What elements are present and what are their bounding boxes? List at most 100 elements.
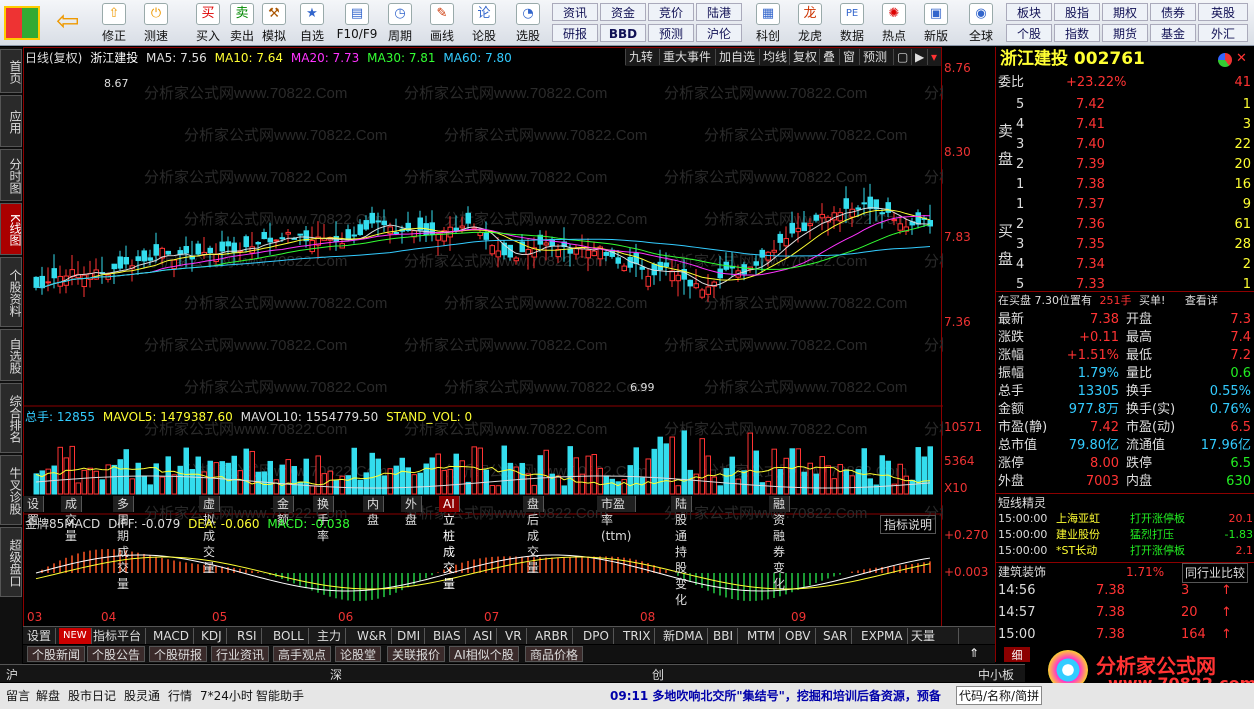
nine-turn-button[interactable]: 九转 (625, 49, 656, 65)
tab-volume[interactable]: 成交量 (61, 496, 83, 543)
bbd-button[interactable]: BBD (600, 24, 646, 42)
tab-bbi[interactable]: BBI (709, 628, 739, 644)
refresh-icon[interactable]: ✕ (1236, 49, 1247, 69)
data-button[interactable]: PE 数据 (834, 2, 870, 44)
tab-new-dma[interactable]: 新DMA (659, 628, 708, 644)
adjust-button[interactable]: 复权 (789, 49, 820, 65)
sell-button[interactable]: 卖卖出 (226, 2, 258, 44)
tab-expert-views[interactable]: 高手观点 (273, 646, 332, 662)
tab-sar[interactable]: SAR (819, 628, 853, 644)
tab-ranking[interactable]: 综合排名 (0, 383, 22, 453)
star-market-button[interactable]: ▦ 科创 (748, 2, 788, 44)
options-button[interactable]: 期权 (1102, 3, 1148, 21)
tab-intraday[interactable]: 分时图 (0, 149, 22, 201)
sell-level-row[interactable]: 5 7.42 1 (996, 95, 1254, 115)
sell-level-row[interactable]: 4 7.41 3 (996, 115, 1254, 135)
hk-connect-button[interactable]: 陆港 (696, 3, 742, 21)
tab-trix[interactable]: TRIX (619, 628, 656, 644)
tab-vol-settings[interactable]: 设置 (23, 496, 45, 527)
bonds-button[interactable]: 债券 (1150, 3, 1196, 21)
ma-button[interactable]: 均线 (759, 49, 790, 65)
sell-level-row[interactable]: 3 7.40 22 (996, 135, 1254, 155)
tab-diagnosis[interactable]: 牛叉诊股 (0, 455, 22, 525)
indicator-help-button[interactable]: 指标说明 (880, 515, 937, 534)
market-chinext[interactable]: 创 (652, 666, 664, 683)
stocks-button[interactable]: 个股 (1006, 24, 1052, 42)
tab-kdj[interactable]: KDJ (197, 628, 227, 644)
simulate-button[interactable]: ⚒ 模拟 (258, 2, 290, 44)
tab-expma[interactable]: EXPMA (857, 628, 908, 644)
market-sh[interactable]: 沪 (6, 666, 18, 683)
window-button[interactable]: 窗 (839, 49, 858, 65)
status-message[interactable]: 留言 (6, 687, 30, 704)
tab-kline[interactable]: K线图 (0, 203, 22, 255)
indices-button[interactable]: 指数 (1054, 24, 1100, 42)
tab-huge-volume[interactable]: 天量和... (907, 628, 959, 644)
tab-ind-settings[interactable]: 设置 (23, 628, 57, 644)
period-label[interactable]: 日线(复权) (25, 51, 82, 65)
tab-commodity-prices[interactable]: 商品价格 (525, 646, 584, 662)
news-ticker[interactable]: 09:11 多地吹响北交所"集结号"，挖掘和培训后备资源，预备 (610, 687, 954, 704)
tab-home[interactable]: 首页 (0, 49, 22, 93)
forex-button[interactable]: 外汇 (1198, 24, 1248, 42)
tab-related-quotes[interactable]: 关联报价 (387, 646, 446, 662)
tab-industry-news[interactable]: 行业资讯 (211, 646, 270, 662)
tab-bias[interactable]: BIAS (429, 628, 466, 644)
tab-pe-ttm[interactable]: 市盈率(ttm) (597, 496, 637, 543)
pie-icon[interactable] (1218, 53, 1232, 67)
buy-button[interactable]: 买买入 (192, 2, 224, 44)
tab-outer[interactable]: 外盘 (401, 496, 423, 527)
tab-amount[interactable]: 金额 (273, 496, 295, 527)
kline-chart-panel[interactable]: 分析家公式网www.70822.Com 分析家公式网www.70822.Com 分析… (23, 47, 943, 627)
period-button[interactable]: ◷ 周期 (382, 2, 418, 44)
research-button[interactable]: 研报 (552, 24, 598, 42)
funds-button[interactable]: 资金 (600, 3, 646, 21)
tab-stock-announcements[interactable]: 个股公告 (87, 646, 146, 662)
tab-apps[interactable]: 应用 (0, 95, 22, 147)
auction-button[interactable]: 竞价 (648, 3, 694, 21)
elf-row[interactable]: 15:00:00 *ST长动 打开涨停板 2.1 (996, 543, 1254, 559)
uk-stocks-button[interactable]: 英股 (1198, 3, 1248, 21)
global-button[interactable]: ◉ 全球 (960, 2, 1002, 44)
tab-virtual-volume[interactable]: 虚拟成交量 (199, 496, 221, 575)
status-analysis[interactable]: 解盘 (36, 687, 60, 704)
tab-macd[interactable]: MACD (149, 628, 194, 644)
back-arrow-icon[interactable]: ⇦ (56, 6, 86, 38)
forecast-button[interactable]: 预测 (648, 24, 694, 42)
tab-rsi[interactable]: RSI (233, 628, 262, 644)
elf-row[interactable]: 15:00:00 建业股份 猛烈打压 -1.83 (996, 527, 1254, 543)
buy-level-row[interactable]: 3 7.35 28 (996, 235, 1254, 255)
tab-ai-volume[interactable]: AI立桩成交量 (439, 496, 460, 591)
overlay-button[interactable]: 叠 (819, 49, 838, 65)
buy-level-row[interactable]: 2 7.36 61 (996, 215, 1254, 235)
news-button[interactable]: 资讯 (552, 3, 598, 21)
tab-wr[interactable]: W&R (353, 628, 392, 644)
fix-button[interactable]: ⇧ 修正 (96, 2, 132, 44)
tab-mtm[interactable]: MTM (743, 628, 781, 644)
tab-ai-similar[interactable]: AI相似个股 (449, 646, 519, 662)
major-events-button[interactable]: 重大事件 (659, 49, 714, 65)
sell-level-row[interactable]: 2 7.39 20 (996, 155, 1254, 175)
detail-tab[interactable]: 细 (1004, 647, 1030, 662)
tab-dmi[interactable]: DMI (393, 628, 426, 644)
status-assistant[interactable]: 智能助手 (256, 687, 304, 704)
f10-button[interactable]: ▤ F10/F9 (334, 2, 380, 44)
futures-button[interactable]: 期货 (1102, 24, 1148, 42)
draw-line-button[interactable]: ✎ 画线 (424, 2, 460, 44)
tab-stock-news[interactable]: 个股新闻 (27, 646, 86, 662)
tab-after-hours-volume[interactable]: 盘后成交量 (523, 496, 545, 575)
buy-level-row[interactable]: 5 7.33 1 (996, 275, 1254, 295)
status-diary[interactable]: 股市日记 (68, 687, 116, 704)
shanghai-london-button[interactable]: 沪伦 (696, 24, 742, 42)
scroll-up-icon[interactable]: ⇑ (969, 646, 979, 660)
status-quotes[interactable]: 行情 (168, 687, 192, 704)
tab-inner[interactable]: 内盘 (363, 496, 385, 527)
tab-multi-period-volume[interactable]: 多周期成交量 (113, 496, 135, 591)
tab-margin[interactable]: 融资融券变化 (769, 496, 791, 591)
watchlist-button[interactable]: ★ 自选 (294, 2, 330, 44)
tab-arbr[interactable]: ARBR (531, 628, 574, 644)
tab-dpo[interactable]: DPO (579, 628, 614, 644)
hotspot-button[interactable]: ✺ 热点 (876, 2, 912, 44)
funds-market-button[interactable]: 基金 (1150, 24, 1196, 42)
tab-stock-research[interactable]: 个股研报 (149, 646, 208, 662)
